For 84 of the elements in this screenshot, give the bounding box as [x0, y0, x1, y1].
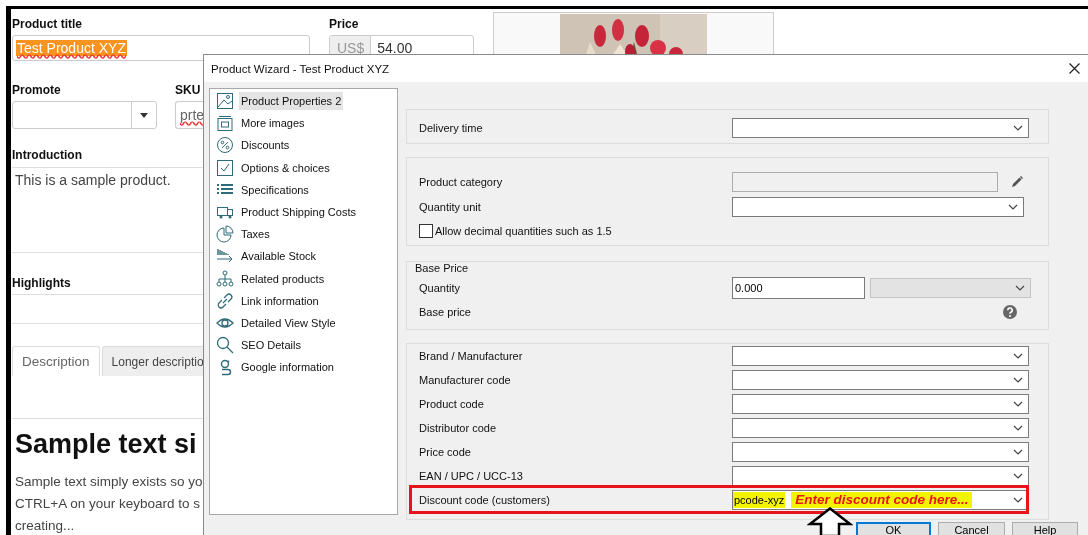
nav-item[interactable]: More images	[239, 114, 307, 133]
dropdown-field[interactable]	[732, 418, 1029, 438]
percent-icon	[216, 136, 234, 155]
dropdown-field[interactable]	[732, 197, 1024, 217]
field-label: SKU	[175, 83, 201, 97]
field-label: Price code	[419, 446, 472, 458]
chevron-down-icon	[1013, 449, 1023, 455]
field-value: This is a sample product.	[15, 172, 171, 188]
checkbox-label: Allow decimal quantities such as 1.5	[435, 225, 612, 237]
search-icon	[216, 336, 234, 355]
field-value: prte	[179, 107, 205, 123]
nav-item[interactable]: Product Shipping Costs	[239, 203, 358, 222]
field-label: Promote	[12, 83, 61, 97]
dropdown-field[interactable]	[732, 118, 1029, 138]
chevron-down-icon	[1008, 204, 1018, 210]
chevron-down-icon	[1013, 401, 1023, 407]
dropdown-field[interactable]	[732, 370, 1029, 390]
chevron-down-icon	[1013, 377, 1023, 383]
nav-item[interactable]: Detailed View Style	[239, 313, 338, 332]
content-text: CTRL+A on your keyboard to s	[14, 495, 200, 513]
chevron-down-icon	[1013, 125, 1023, 131]
dialog-title: Product Wizard - Test Product XYZ	[211, 62, 390, 75]
field-value: pcode-xyz	[733, 492, 786, 508]
dropdown-field[interactable]	[732, 394, 1029, 414]
help-icon[interactable]	[1003, 305, 1017, 319]
nav-item[interactable]: Taxes	[239, 225, 272, 244]
dropdown-field[interactable]	[732, 442, 1029, 462]
link-icon	[216, 291, 234, 310]
content-text: creating...	[14, 517, 75, 535]
nav-item[interactable]: Available Stock	[239, 247, 318, 266]
checkbox[interactable]	[419, 224, 433, 238]
nav-item[interactable]: Discounts	[239, 136, 292, 155]
dropdown-field[interactable]	[732, 346, 1029, 366]
field-label: EAN / UPC / UCC-13	[419, 470, 524, 482]
field-label: Highlights	[12, 276, 71, 290]
chevron-down-icon	[1013, 473, 1023, 479]
field-label: Delivery time	[419, 122, 484, 134]
chevron-down-icon	[1013, 497, 1023, 503]
highlights-field[interactable]	[12, 294, 203, 324]
content-text: Sample text simply exists so yo	[14, 473, 203, 491]
pie-chart-icon	[216, 225, 234, 244]
hierarchy-icon	[216, 269, 234, 288]
dialog-button[interactable]: OK	[856, 522, 931, 535]
field-label: Price	[329, 17, 359, 31]
field-label: Introduction	[12, 148, 82, 162]
nav-item[interactable]: SEO Details	[239, 336, 303, 355]
chevron-down-icon	[1013, 425, 1023, 431]
dropdown-field[interactable]	[732, 466, 1029, 486]
dropdown-field[interactable]: pcode-xyz Enter discount code here...	[732, 490, 1029, 510]
caret-icon	[140, 112, 148, 118]
image-icon	[216, 92, 234, 111]
gallery-icon	[216, 114, 234, 133]
field-label: Manufacturer code	[419, 374, 512, 386]
dialog-button[interactable]: Cancel	[938, 522, 1005, 535]
nav-item[interactable]: Link information	[239, 291, 321, 310]
field-value: 0.000	[734, 282, 763, 294]
field-label: Product title	[12, 17, 82, 31]
tab[interactable]: Longer descriptio	[101, 346, 204, 376]
field-label: Discount code (customers)	[419, 494, 551, 506]
field-label: Brand / Manufacturer	[419, 350, 524, 362]
nav-item[interactable]: Options & choices	[239, 158, 332, 177]
field-label: Quantity unit	[419, 201, 482, 213]
pencil-icon[interactable]	[1011, 176, 1023, 188]
nav-item[interactable]: Related products	[239, 269, 327, 288]
content-heading: Sample text si	[14, 428, 197, 461]
checkbox-icon	[216, 158, 234, 177]
nav-item[interactable]: Google information	[239, 358, 336, 377]
up-arrow-icon	[807, 507, 853, 535]
annotation-text: Enter discount code here...	[791, 492, 973, 508]
field-label: Distributor code	[419, 422, 498, 434]
field-label: Product category	[419, 176, 504, 188]
chevron-down-icon	[1015, 285, 1025, 291]
group-legend: Base Price	[415, 262, 1048, 274]
field-label: Quantity	[419, 282, 461, 294]
close-icon[interactable]	[1069, 63, 1080, 74]
field-value: 54.00	[376, 40, 413, 56]
tab[interactable]: Description	[12, 346, 100, 376]
nav-item[interactable]: Specifications	[239, 180, 311, 199]
chevron-down-icon	[1013, 353, 1023, 359]
nav-item[interactable]: Product Properties 2	[239, 92, 344, 111]
field-value: Test Product XYZ	[16, 40, 127, 56]
field-label: Product code	[419, 398, 485, 410]
field-label: Base price	[419, 306, 472, 318]
number-field[interactable]: 0.000	[732, 277, 865, 299]
